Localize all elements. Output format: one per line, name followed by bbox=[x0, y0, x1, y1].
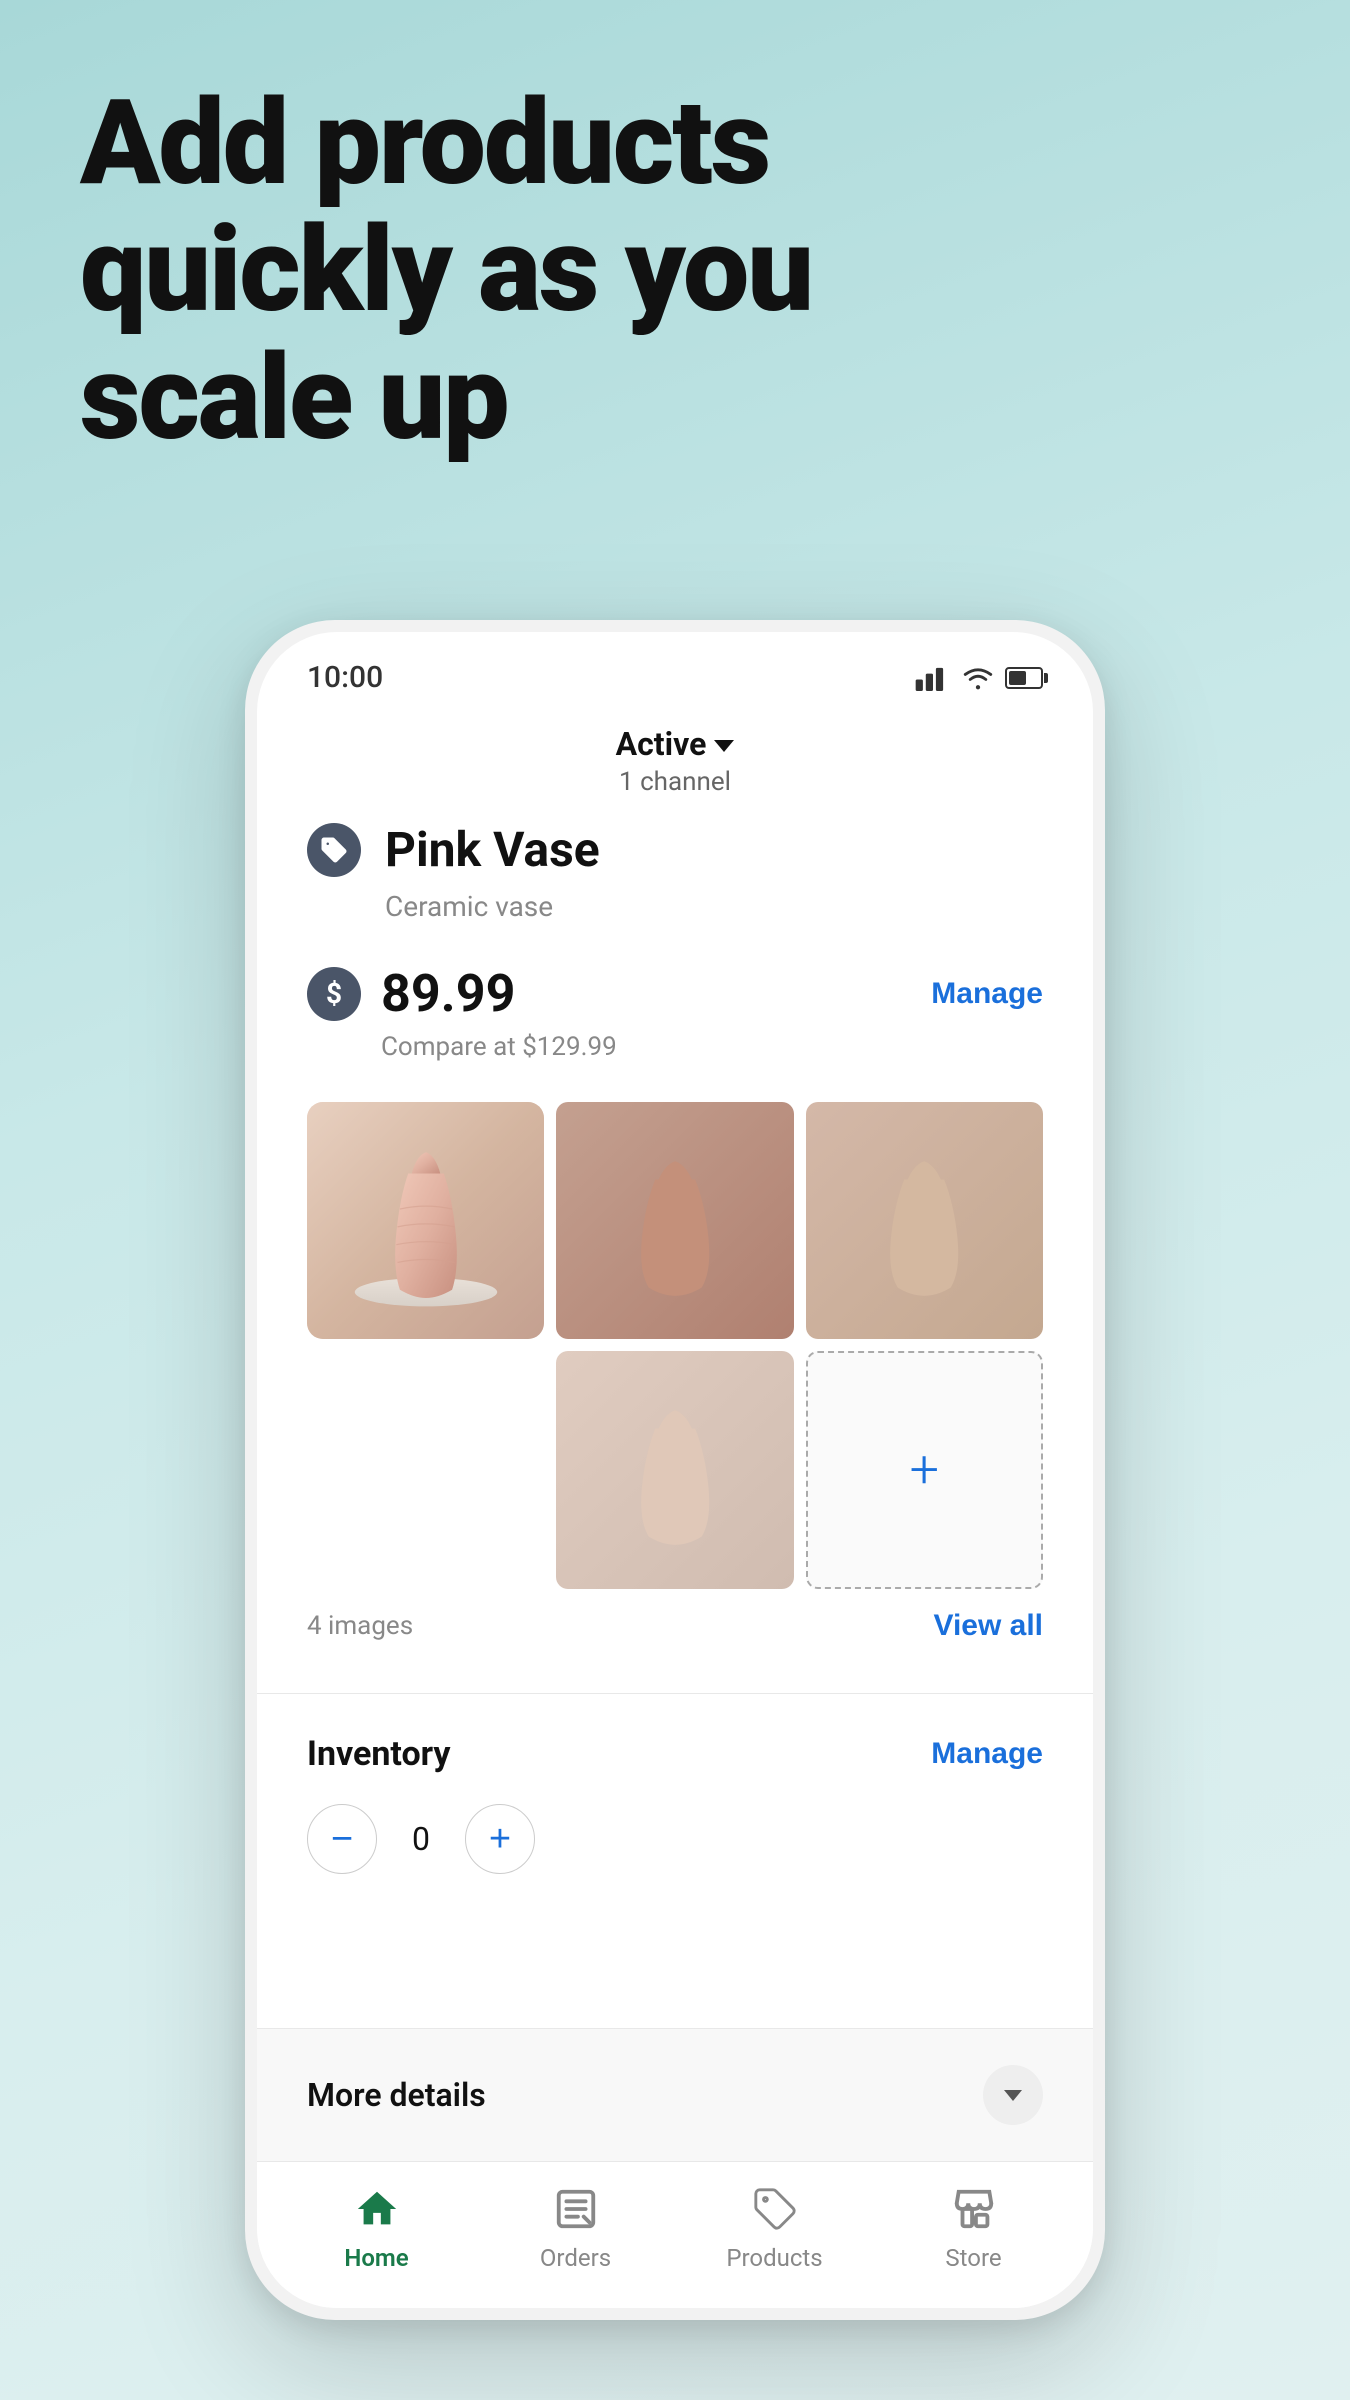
status-bar: 10:00 bbox=[257, 632, 1093, 705]
images-count: 4 images bbox=[307, 1611, 413, 1641]
status-label: Active bbox=[616, 725, 707, 763]
price-value: 89.99 bbox=[381, 963, 515, 1024]
orders-svg bbox=[553, 2186, 599, 2232]
nav-store[interactable]: Store bbox=[904, 2182, 1044, 2272]
hero-title: Add products quickly as you scale up bbox=[80, 80, 1270, 462]
chevron-down-icon bbox=[714, 740, 734, 752]
product-title-row: Pink Vase bbox=[307, 821, 1043, 878]
product-thumbnail-1 bbox=[556, 1102, 793, 1339]
increment-button[interactable]: + bbox=[465, 1804, 535, 1874]
manage-inventory-button[interactable]: Manage bbox=[931, 1737, 1043, 1771]
images-grid: + bbox=[307, 1102, 1043, 1589]
dollar-sign: $ bbox=[326, 977, 342, 1010]
chevron-down-sm-icon bbox=[1004, 2090, 1022, 2101]
divider-1 bbox=[257, 1693, 1093, 1694]
nav-orders[interactable]: Orders bbox=[506, 2182, 646, 2272]
product-header: Active 1 channel bbox=[257, 705, 1093, 821]
product-thumbnail-3 bbox=[556, 1351, 793, 1588]
inventory-value: 0 bbox=[401, 1820, 441, 1858]
nav-home[interactable]: Home bbox=[307, 2182, 447, 2272]
status-icons bbox=[915, 665, 1043, 691]
phone-mockup: 10:00 bbox=[245, 620, 1105, 2320]
view-all-button[interactable]: View all bbox=[933, 1609, 1043, 1643]
main-image-inner bbox=[307, 1102, 544, 1339]
products-icon bbox=[748, 2182, 802, 2236]
products-label: Products bbox=[726, 2244, 822, 2272]
nav-products[interactable]: Products bbox=[705, 2182, 845, 2272]
dollar-icon: $ bbox=[307, 967, 361, 1021]
plus-icon: + bbox=[910, 1444, 939, 1496]
images-footer: 4 images View all bbox=[307, 1609, 1043, 1643]
store-icon bbox=[947, 2182, 1001, 2236]
products-svg bbox=[752, 2186, 798, 2232]
thumb-vase-2 bbox=[853, 1138, 995, 1304]
product-thumbnail-2 bbox=[806, 1102, 1043, 1339]
decrement-button[interactable]: − bbox=[307, 1804, 377, 1874]
main-product-image bbox=[307, 1102, 544, 1339]
more-details-label: More details bbox=[307, 2076, 486, 2114]
bottom-nav: Home Orders bbox=[257, 2161, 1093, 2308]
phone-inner: 10:00 bbox=[257, 632, 1093, 2308]
thumb-vase-3 bbox=[604, 1387, 746, 1553]
store-svg bbox=[951, 2186, 997, 2232]
thumb-vase-1 bbox=[604, 1138, 746, 1304]
inventory-controls: − 0 + bbox=[307, 1804, 1043, 1874]
home-icon bbox=[350, 2182, 404, 2236]
inventory-row: Inventory Manage bbox=[307, 1734, 1043, 1774]
home-label: Home bbox=[344, 2244, 408, 2272]
add-image-button[interactable]: + bbox=[806, 1351, 1043, 1588]
orders-label: Orders bbox=[540, 2244, 611, 2272]
battery-icon bbox=[1005, 667, 1043, 689]
status-time: 10:00 bbox=[307, 660, 383, 695]
home-svg bbox=[354, 2186, 400, 2232]
product-status[interactable]: Active bbox=[616, 725, 735, 763]
compare-at-price: Compare at $129.99 bbox=[381, 1032, 1043, 1062]
inventory-label: Inventory bbox=[307, 1734, 451, 1774]
store-label: Store bbox=[945, 2244, 1001, 2272]
channel-count: 1 channel bbox=[619, 767, 731, 797]
phone-outer: 10:00 bbox=[245, 620, 1105, 2320]
tag-svg bbox=[319, 835, 349, 865]
product-description: Ceramic vase bbox=[385, 890, 1043, 923]
price-left: $ 89.99 bbox=[307, 963, 515, 1024]
price-row: $ 89.99 Manage bbox=[307, 963, 1043, 1024]
more-details-section: More details bbox=[257, 2028, 1093, 2161]
tag-icon bbox=[307, 823, 361, 877]
wifi-icon bbox=[961, 665, 995, 691]
hero-section: Add products quickly as you scale up bbox=[80, 80, 1270, 462]
product-name: Pink Vase bbox=[385, 821, 600, 878]
orders-icon bbox=[549, 2182, 603, 2236]
more-details-row: More details bbox=[307, 2065, 1043, 2125]
app-content: Pink Vase Ceramic vase $ 89.99 Manage bbox=[257, 821, 1093, 2308]
signal-icon bbox=[915, 665, 951, 691]
more-details-toggle[interactable] bbox=[983, 2065, 1043, 2125]
vase-svg bbox=[337, 1126, 515, 1316]
manage-price-button[interactable]: Manage bbox=[931, 977, 1043, 1011]
product-main: Pink Vase Ceramic vase $ 89.99 Manage bbox=[257, 821, 1093, 2028]
